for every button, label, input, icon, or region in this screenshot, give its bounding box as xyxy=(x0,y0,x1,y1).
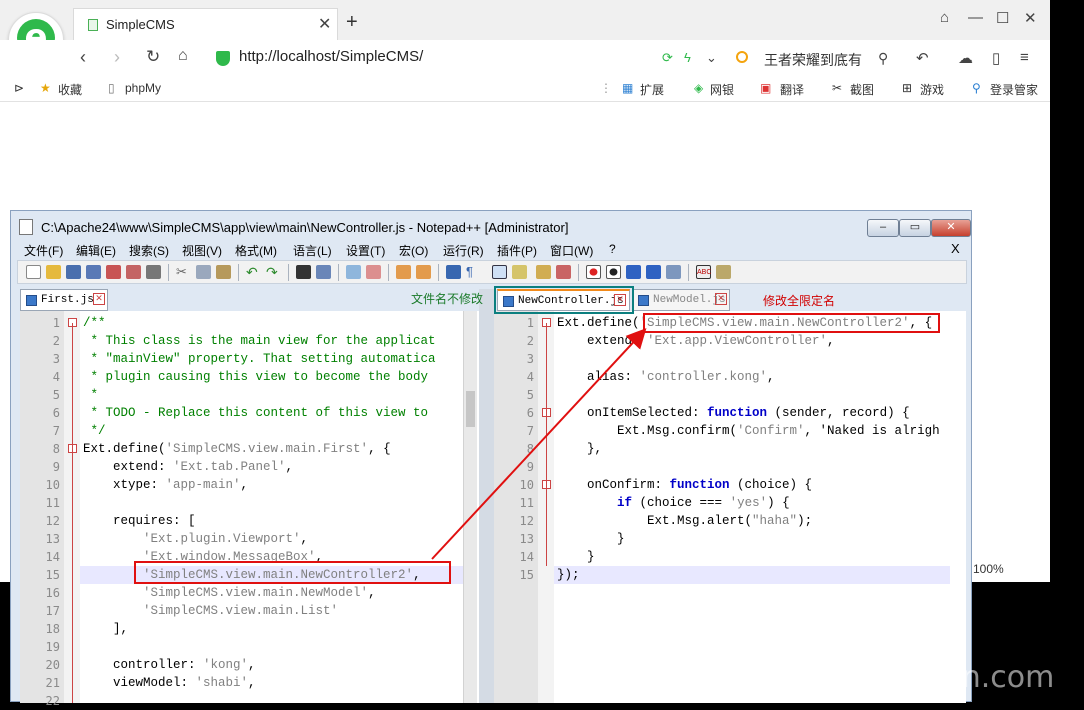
watermark: 云栖社区 yq.aliyun.com xyxy=(714,660,1055,695)
arrow-line xyxy=(431,328,647,560)
annotation-arrow xyxy=(431,328,647,560)
